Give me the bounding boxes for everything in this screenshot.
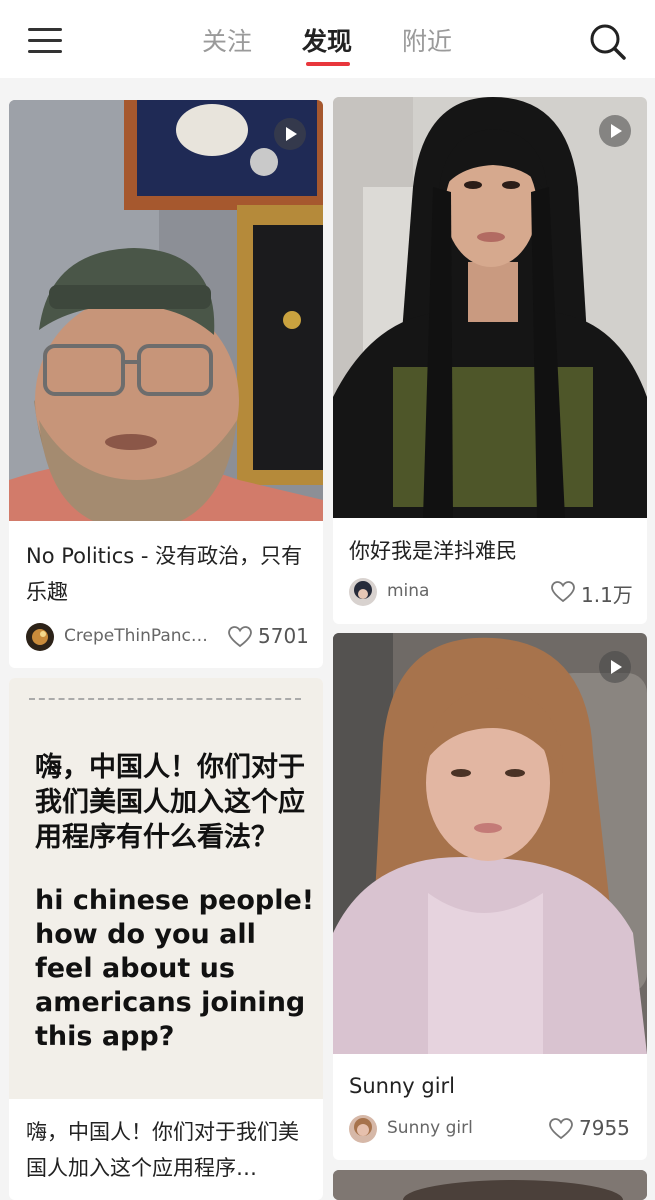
play-icon	[599, 115, 631, 147]
play-icon	[599, 651, 631, 683]
feed-card[interactable]: 嗨，中国人！你们对于我们美国人加入这个应用程序有什么看法？ hi chinese…	[9, 678, 323, 1200]
feed-card[interactable]: No Politics - 没有政治，只有乐趣 CrepeThinPanc… 5…	[9, 100, 323, 668]
author-row[interactable]: Sunny girl 7955	[349, 1114, 639, 1144]
like-count-value: 1.1万	[581, 583, 633, 607]
author-name: mina	[387, 581, 430, 601]
image-text-chinese: 嗨，中国人！你们对于我们美国人加入这个应用程序有什么看法？	[35, 752, 305, 853]
card-title: 你好我是洋抖难民	[349, 539, 517, 563]
avatar	[349, 1115, 377, 1143]
author-name: CrepeThinPanc…	[64, 626, 208, 646]
play-icon	[274, 118, 306, 150]
feed-card[interactable]: Sunny girl Sunny girl 7955	[333, 633, 647, 1160]
avatar	[26, 623, 54, 651]
feed-tabs: 关注 发现 附近	[190, 22, 470, 72]
video-thumbnail[interactable]	[333, 97, 647, 518]
video-thumbnail[interactable]	[9, 100, 323, 521]
like-count[interactable]: 1.1万	[551, 579, 641, 607]
like-count-value: 5701	[258, 624, 309, 648]
image-text-english: hi chinese people! how do you all feel a…	[35, 885, 315, 1052]
feed-card[interactable]: 你好我是洋抖难民 mina 1.1万	[333, 97, 647, 624]
heart-icon	[549, 1118, 573, 1140]
author-row[interactable]: mina 1.1万	[349, 577, 639, 607]
video-thumbnail[interactable]	[333, 1170, 647, 1200]
active-tab-indicator	[306, 62, 350, 66]
search-icon[interactable]	[588, 22, 628, 62]
video-thumbnail[interactable]	[333, 633, 647, 1054]
top-navigation-bar: 关注 发现 附近	[0, 0, 655, 78]
divider	[29, 698, 301, 700]
avatar	[349, 578, 377, 606]
like-count[interactable]: 7955	[549, 1116, 641, 1142]
like-count[interactable]: 5701	[228, 624, 318, 650]
tab-discover[interactable]: 发现	[302, 22, 352, 58]
card-title: Sunny girl	[349, 1074, 455, 1098]
text-post-image[interactable]: 嗨，中国人！你们对于我们美国人加入这个应用程序有什么看法？ hi chinese…	[9, 678, 323, 1099]
author-name: Sunny girl	[387, 1118, 473, 1138]
card-title: 嗨，中国人！你们对于我们美国人加入这个应用程序…	[26, 1120, 299, 1180]
author-row[interactable]: CrepeThinPanc… 5701	[26, 622, 316, 652]
menu-icon[interactable]	[28, 26, 64, 56]
heart-icon	[228, 626, 252, 648]
tab-nearby[interactable]: 附近	[402, 22, 452, 58]
tab-following[interactable]: 关注	[202, 22, 252, 58]
feed-card[interactable]	[333, 1170, 647, 1200]
like-count-value: 7955	[579, 1116, 630, 1140]
card-title: No Politics - 没有政治，只有乐趣	[26, 544, 303, 604]
heart-icon	[551, 581, 575, 603]
